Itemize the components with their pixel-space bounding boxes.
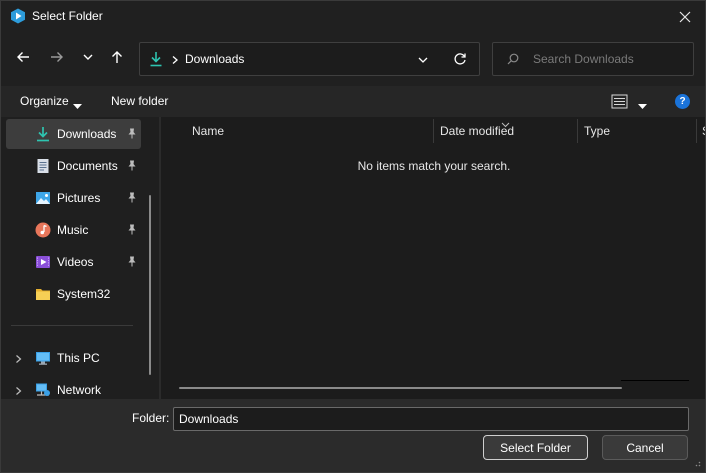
sidebar-item-label: Downloads	[57, 127, 117, 141]
sidebar-item-label: Videos	[57, 255, 94, 269]
arrow-left-icon	[17, 52, 29, 62]
sidebar-divider	[11, 325, 133, 326]
documents-icon	[35, 158, 51, 174]
music-icon	[35, 222, 51, 238]
file-list: Name Date modified Type S No items match…	[161, 117, 705, 399]
scrollbar-track-end	[621, 380, 689, 381]
folder-icon	[35, 286, 51, 302]
arrow-right-icon	[51, 52, 63, 62]
organize-button[interactable]: Organize	[20, 94, 69, 108]
chevron-down-icon	[83, 54, 93, 60]
close-icon	[679, 11, 691, 22]
up-button[interactable]	[106, 46, 128, 68]
sidebar-item-downloads[interactable]: Downloads	[6, 119, 141, 149]
folder-label: Folder:	[132, 411, 170, 425]
search-icon	[507, 53, 519, 68]
forward-button[interactable]	[46, 46, 68, 68]
sidebar-scrollbar[interactable]	[149, 195, 151, 375]
column-header-label: Name	[192, 124, 225, 138]
download-icon	[35, 126, 51, 142]
caret-down-icon	[638, 104, 647, 109]
address-bar[interactable]: Downloads	[139, 42, 480, 76]
command-bar: Organize New folder ?	[1, 86, 705, 117]
pin-icon	[127, 128, 137, 142]
empty-state-message: No items match your search.	[357, 159, 511, 173]
column-header-label: S	[702, 124, 705, 138]
network-icon	[35, 382, 51, 398]
expand-chevron-icon[interactable]	[15, 385, 22, 399]
refresh-button[interactable]	[453, 52, 467, 69]
column-header-type[interactable]: Type	[578, 117, 696, 145]
column-header-label: Type	[584, 124, 611, 138]
column-header-date-modified[interactable]: Date modified	[434, 117, 577, 145]
close-button[interactable]	[665, 1, 705, 32]
pictures-icon	[35, 190, 51, 206]
recent-locations-button[interactable]	[77, 46, 99, 68]
app-icon	[10, 8, 26, 24]
select-folder-button[interactable]: Select Folder	[483, 435, 588, 460]
sidebar-item-label: Music	[57, 223, 89, 237]
sidebar-item-label: Documents	[57, 159, 118, 173]
new-folder-button[interactable]: New folder	[111, 94, 168, 108]
sidebar-item-pictures[interactable]: Pictures	[6, 183, 141, 213]
pin-icon	[127, 192, 137, 206]
sidebar-item-network[interactable]: Network	[6, 375, 141, 399]
expand-chevron-icon[interactable]	[15, 353, 22, 367]
change-view-button[interactable]	[611, 94, 628, 112]
view-options-button[interactable]	[638, 99, 647, 113]
details-view-icon	[611, 94, 628, 109]
column-header-label: Date modified	[440, 124, 515, 138]
column-header-size[interactable]: S	[697, 117, 705, 145]
sidebar-item-music[interactable]: Music	[6, 215, 141, 245]
sidebar-item-label: Network	[57, 383, 102, 397]
caret-down-icon	[73, 99, 82, 113]
window-title: Select Folder	[32, 9, 103, 23]
folder-name-field[interactable]	[173, 407, 689, 431]
videos-icon	[35, 254, 51, 270]
help-button[interactable]: ?	[675, 94, 690, 109]
pin-icon	[127, 256, 137, 270]
pin-icon	[127, 224, 137, 238]
breadcrumb-chevron-icon	[171, 54, 179, 68]
back-button[interactable]	[12, 46, 34, 68]
download-icon	[149, 51, 163, 70]
title-bar: Select Folder	[1, 1, 705, 32]
sidebar-item-label: Pictures	[57, 191, 101, 205]
this-pc-icon	[35, 350, 51, 366]
sidebar-item-documents[interactable]: Documents	[6, 151, 141, 181]
sidebar-item-this-pc[interactable]: This PC	[6, 343, 141, 373]
horizontal-scrollbar[interactable]	[179, 387, 622, 389]
sidebar-item-system32[interactable]: System32	[6, 279, 141, 309]
pin-icon	[127, 160, 137, 174]
chevron-down-icon	[418, 57, 428, 63]
navigation-pane: Downloads Documents Pictures Music Video…	[1, 117, 159, 399]
search-box[interactable]: Search Downloads	[492, 42, 694, 76]
address-history-button[interactable]	[417, 54, 429, 69]
refresh-icon	[454, 53, 466, 65]
select-folder-dialog: Select Folder Downloads Search Downloads…	[0, 0, 706, 473]
arrow-up-icon	[112, 51, 122, 63]
sidebar-item-videos[interactable]: Videos	[6, 247, 141, 277]
navigation-bar: Downloads Search Downloads	[1, 32, 705, 84]
dialog-footer: Folder: Select Folder Cancel	[1, 399, 705, 472]
column-header-name[interactable]: Name	[186, 117, 432, 145]
sidebar-item-label: System32	[57, 287, 111, 301]
breadcrumb-downloads[interactable]: Downloads	[185, 52, 244, 66]
cancel-button[interactable]: Cancel	[602, 435, 688, 460]
resize-grip-icon[interactable]	[693, 456, 701, 470]
search-input[interactable]: Search Downloads	[533, 52, 634, 66]
sidebar-item-label: This PC	[57, 351, 100, 365]
